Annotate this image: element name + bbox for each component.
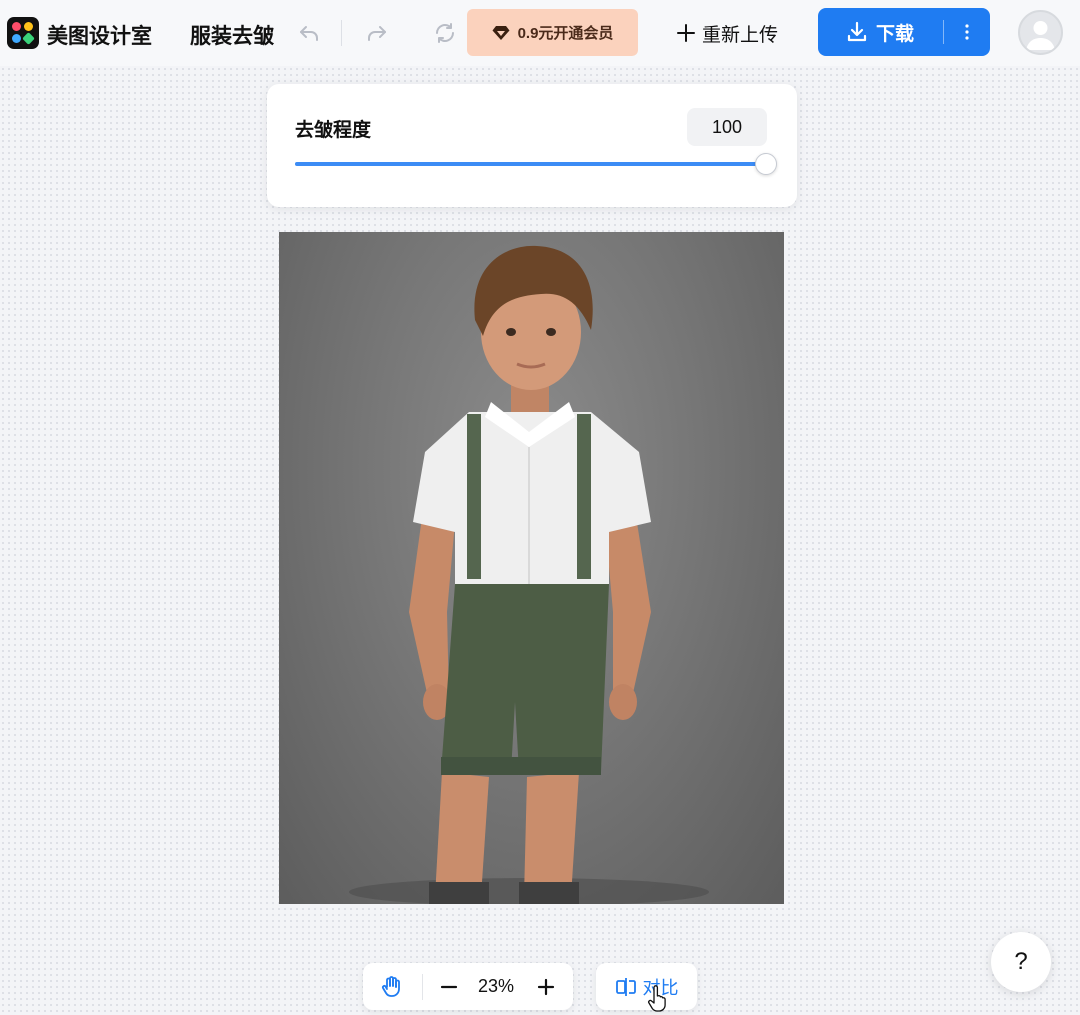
boy-photo [349,245,709,904]
vip-label: 0.9元开通会员 [517,25,614,42]
hand-icon [381,976,400,997]
help-button[interactable]: ? [991,932,1051,992]
user-avatar-icon [1026,21,1055,50]
brand-name[interactable]: 美图设计室 [47,20,152,50]
download-button-group: 下载 [818,8,990,56]
zoom-out-button[interactable] [436,972,462,1002]
vip-button[interactable]: 0.9元开通会员 [467,9,638,56]
pan-tool-button[interactable] [377,972,407,1002]
redo-button[interactable] [362,18,392,48]
strength-value-input[interactable] [687,108,767,146]
adjust-panel: 去皱程度 [267,84,797,207]
strength-slider[interactable] [295,162,769,166]
download-label: 下载 [875,23,914,45]
user-avatar[interactable] [1018,10,1063,55]
divider [341,20,342,46]
zoom-in-icon [537,978,555,996]
download-icon [847,21,867,42]
zoom-percent: 23% [477,976,515,996]
slider-fill [295,162,769,166]
slider-thumb[interactable] [755,153,777,175]
app-logo-icon[interactable] [7,17,39,49]
result-image [279,232,784,904]
top-bar: 美图设计室 服装去皱 0.9元开通会员 重新上传 下载 [0,0,1080,66]
divider [422,974,423,1000]
zoom-toolbar: 23% [363,963,573,1010]
refresh-icon [436,23,454,43]
more-vertical-icon [965,24,969,40]
undo-button[interactable] [294,18,324,48]
reset-button[interactable] [430,18,460,48]
diamond-icon [492,25,510,40]
tool-title: 服装去皱 [190,25,274,48]
pointer-cursor-icon [648,985,666,1012]
reupload-button[interactable]: 重新上传 [676,20,778,46]
zoom-in-button[interactable] [533,972,559,1002]
strength-label: 去皱程度 [295,120,372,141]
plus-icon [677,24,695,42]
undo-icon [300,26,318,41]
compare-icon [615,977,636,996]
reupload-label: 重新上传 [702,24,779,46]
redo-icon [368,26,386,41]
download-button[interactable]: 下载 [818,8,942,56]
download-more-button[interactable] [944,8,990,56]
minus-icon [440,985,458,989]
